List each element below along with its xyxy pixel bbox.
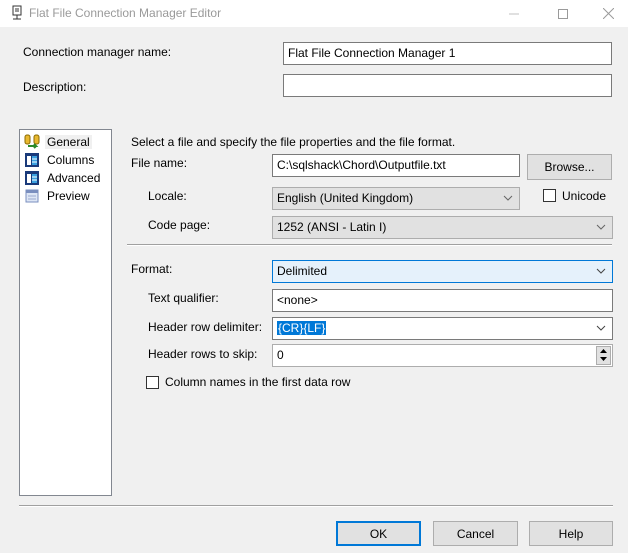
sidebar-item-advanced[interactable]: Advanced bbox=[24, 169, 102, 187]
section-divider bbox=[127, 244, 612, 246]
chevron-down-icon bbox=[596, 224, 606, 230]
code-page-value: 1252 (ANSI - Latin I) bbox=[277, 220, 387, 234]
preview-icon bbox=[25, 189, 39, 203]
description-label: Description: bbox=[23, 80, 87, 94]
locale-value: English (United Kingdom) bbox=[277, 191, 414, 205]
text-qualifier-input[interactable]: <none> bbox=[272, 289, 613, 312]
columns-icon bbox=[25, 153, 39, 167]
footer-divider bbox=[19, 505, 613, 507]
maximize-icon bbox=[558, 8, 568, 19]
header-rows-to-skip-value: 0 bbox=[277, 348, 284, 362]
header-rows-to-skip-stepper[interactable]: 0 bbox=[272, 344, 613, 367]
format-select[interactable]: Delimited bbox=[272, 260, 613, 283]
locale-select[interactable]: English (United Kingdom) bbox=[272, 187, 520, 210]
general-icon bbox=[24, 134, 40, 149]
help-button[interactable]: Help bbox=[529, 521, 613, 546]
header-row-delimiter-select[interactable]: {CR}{LF} bbox=[272, 317, 613, 340]
chevron-down-icon bbox=[596, 268, 606, 274]
sidebar-item-preview[interactable]: Preview bbox=[24, 187, 92, 205]
minimize-icon bbox=[509, 13, 519, 14]
title-bar: Flat File Connection Manager Editor bbox=[0, 0, 628, 27]
header-row-delimiter-value: {CR}{LF} bbox=[277, 321, 327, 335]
arrow-down-icon bbox=[600, 357, 607, 361]
unicode-label: Unicode bbox=[562, 189, 607, 203]
header-rows-to-skip-label: Header rows to skip: bbox=[148, 347, 258, 361]
connection-name-label: Connection manager name: bbox=[23, 45, 172, 59]
spin-buttons[interactable] bbox=[596, 346, 611, 365]
locale-label: Locale: bbox=[148, 189, 187, 203]
chevron-down-icon bbox=[596, 325, 606, 331]
cancel-button[interactable]: Cancel bbox=[433, 521, 518, 546]
sidebar-item-label: Columns bbox=[47, 153, 95, 167]
ok-button[interactable]: OK bbox=[336, 521, 421, 546]
spin-down-button[interactable] bbox=[597, 355, 610, 363]
intro-text: Select a file and specify the file prope… bbox=[131, 135, 456, 149]
column-names-label: Column names in the first data row bbox=[165, 375, 351, 389]
text-qualifier-label: Text qualifier: bbox=[148, 291, 219, 305]
code-page-label: Code page: bbox=[148, 218, 211, 232]
sidebar-item-columns[interactable]: Columns bbox=[24, 151, 96, 169]
close-icon bbox=[602, 8, 614, 19]
code-page-select[interactable]: 1252 (ANSI - Latin I) bbox=[272, 216, 613, 239]
file-name-input[interactable]: C:\sqlshack\Chord\Outputfile.txt bbox=[272, 154, 520, 177]
column-names-checkbox[interactable] bbox=[146, 376, 159, 389]
sidebar-item-label: General bbox=[45, 135, 92, 149]
arrow-up-icon bbox=[600, 349, 607, 353]
unicode-checkbox[interactable] bbox=[543, 189, 556, 202]
flat-file-connector-icon bbox=[12, 5, 22, 20]
chevron-down-icon bbox=[503, 195, 513, 201]
browse-button[interactable]: Browse... bbox=[527, 154, 612, 180]
description-input[interactable] bbox=[283, 74, 612, 97]
format-value: Delimited bbox=[277, 264, 328, 278]
advanced-icon bbox=[25, 171, 39, 185]
sidebar-item-label: Preview bbox=[47, 189, 90, 203]
header-row-delimiter-label: Header row delimiter: bbox=[148, 320, 263, 334]
window-title: Flat File Connection Manager Editor bbox=[29, 6, 222, 20]
close-button[interactable] bbox=[585, 0, 628, 27]
connection-name-input[interactable]: Flat File Connection Manager 1 bbox=[283, 42, 612, 65]
format-label: Format: bbox=[131, 262, 173, 276]
sidebar-item-general[interactable]: General bbox=[24, 133, 92, 151]
minimize-button[interactable] bbox=[491, 0, 537, 27]
file-name-label: File name: bbox=[131, 156, 188, 170]
spin-up-button[interactable] bbox=[597, 347, 610, 355]
maximize-button[interactable] bbox=[540, 0, 586, 27]
sidebar-item-label: Advanced bbox=[47, 171, 101, 185]
page-navigation-list: General Columns Advanced Preview bbox=[19, 129, 112, 496]
